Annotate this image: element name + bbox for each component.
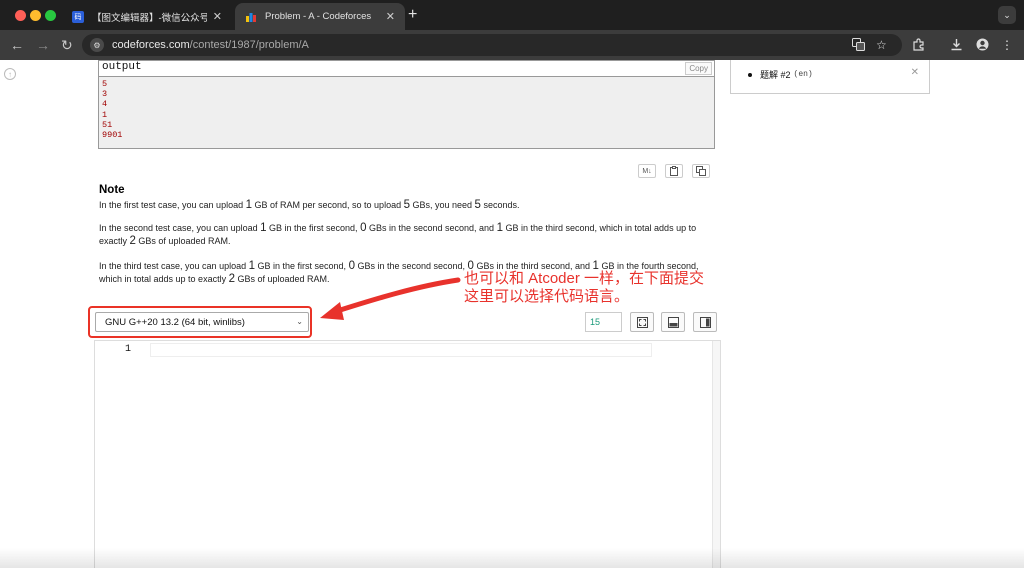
red-annotation-text: 也可以和 Atcoder 一样，在下面提交 这里可以选择代码语言。 [464, 270, 704, 306]
red-arrow-icon [320, 277, 461, 320]
sidebar-item-tutorial[interactable]: 题解 #2 (en) [748, 68, 813, 81]
more-menu-icon[interactable]: ⋮ [1001, 38, 1013, 52]
active-editor-line[interactable] [150, 343, 652, 357]
editor-gutter: 1 [95, 341, 150, 568]
output-line: 3 [102, 89, 108, 100]
note-title: Note [99, 184, 125, 196]
sidebar-item-lang: (en) [793, 70, 813, 79]
output-line: 51 [102, 119, 113, 130]
new-tab-plus-icon[interactable]: + [408, 6, 417, 24]
close-icon[interactable]: ✕ [386, 10, 395, 23]
close-icon[interactable]: ✕ [911, 67, 919, 78]
output-lines: 5 3 4 1 51 9901 [99, 77, 714, 142]
copy-pages-icon[interactable] [692, 164, 710, 178]
site-settings-icon[interactable]: ⚙ [90, 38, 104, 52]
annotation-line-1: 也可以和 Atcoder 一样，在下面提交 [464, 270, 705, 287]
wechat-editor-favicon-icon: 码 [72, 10, 84, 23]
fullscreen-icon[interactable] [630, 312, 654, 332]
extensions-puzzle-icon[interactable] [912, 38, 925, 54]
note-paragraph-2: In the second test case, you can upload … [99, 222, 697, 247]
page-content: ↑ output Copy 5 3 4 1 51 9901 M↓ Note In… [0, 60, 1024, 568]
profile-avatar-icon[interactable] [976, 38, 989, 54]
chevron-down-icon: ⌄ [296, 317, 303, 326]
bullet-icon [748, 72, 752, 77]
output-line: 1 [102, 109, 108, 120]
code-editor[interactable]: 1 [94, 340, 721, 568]
window-zoom-button[interactable] [45, 10, 56, 21]
clipboard-icon[interactable] [665, 164, 683, 178]
scroll-up-circle-icon[interactable]: ↑ [4, 68, 16, 80]
side-panel-layout-icon[interactable] [693, 312, 717, 332]
bookmark-star-icon[interactable]: ☆ [876, 38, 887, 52]
translate-icon[interactable] [852, 38, 865, 54]
bottom-panel-layout-icon[interactable] [661, 312, 685, 332]
close-icon[interactable]: ✕ [213, 10, 222, 23]
output-line: 5 [102, 79, 108, 89]
annotation-line-2: 这里可以选择代码语言。 [464, 288, 630, 305]
back-arrow-icon[interactable]: ← [10, 37, 24, 53]
note-paragraph-1: In the first test case, you can upload 1… [99, 199, 520, 211]
sidebar-tutorial-box: 题解 #2 (en) ✕ [730, 60, 930, 94]
output-title: output [102, 61, 142, 73]
font-size-input[interactable]: 15 [585, 312, 622, 332]
sidebar-item-label: 题解 #2 [760, 70, 791, 80]
language-select-value: GNU G++20 13.2 (64 bit, winlibs) [105, 316, 245, 328]
line-number: 1 [124, 344, 131, 355]
address-bar[interactable]: ⚙ codeforces.com/contest/1987/problem/A [82, 34, 902, 56]
sample-output-box: output Copy 5 3 4 1 51 9901 [98, 60, 715, 149]
bottom-shadow [0, 548, 1024, 568]
tab-title: 【图文编辑器】-微信公众号图 [92, 12, 207, 24]
editor-scrollbar[interactable] [712, 341, 720, 568]
browser-tab-bar: 码 【图文编辑器】-微信公众号图 ✕ Problem - A - Codefor… [0, 0, 1024, 30]
tab-title: Problem - A - Codeforces [265, 11, 372, 22]
browser-toolbar: ← → ↻ ⚙ codeforces.com/contest/1987/prob… [0, 30, 1024, 60]
output-header: output Copy [99, 61, 714, 77]
codeforces-favicon-icon [245, 11, 257, 23]
markdown-button[interactable]: M↓ [638, 164, 656, 178]
window-minimize-button[interactable] [30, 10, 41, 21]
window-close-button[interactable] [15, 10, 26, 21]
forward-arrow-icon[interactable]: → [36, 37, 50, 53]
reload-icon[interactable]: ↻ [61, 37, 73, 53]
tab-codeforces[interactable]: Problem - A - Codeforces ✕ [235, 3, 405, 30]
copy-button[interactable]: Copy [685, 62, 712, 75]
language-select[interactable]: GNU G++20 13.2 (64 bit, winlibs) ⌄ [95, 312, 309, 332]
output-line: 4 [102, 99, 108, 110]
tab-wechat-editor[interactable]: 码 【图文编辑器】-微信公众号图 ✕ [62, 3, 232, 30]
tab-search-chevron-icon[interactable]: ⌄ [998, 6, 1016, 24]
download-icon[interactable] [950, 38, 963, 54]
url-text: codeforces.com/contest/1987/problem/A [112, 39, 309, 51]
output-line: 9901 [102, 130, 123, 141]
